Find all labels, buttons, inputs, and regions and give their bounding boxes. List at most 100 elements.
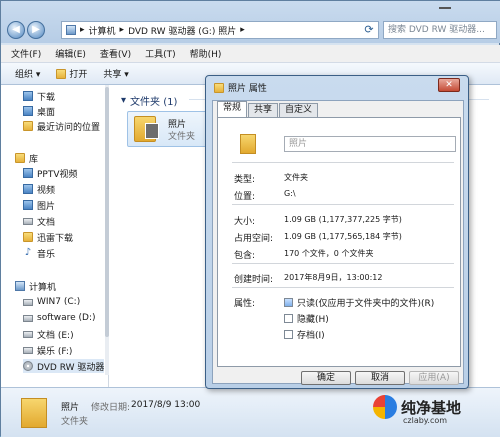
folder-name-field[interactable]: 照片 — [284, 136, 456, 152]
computer-icon — [15, 281, 25, 291]
readonly-checkbox-row[interactable]: 只读(仅应用于文件夹中的文件)(R) — [284, 296, 434, 309]
tab-customize[interactable]: 自定义 — [279, 103, 319, 117]
back-icon[interactable]: ◀ — [7, 21, 25, 39]
photo-folder-icon — [134, 116, 159, 142]
organize-button[interactable]: 组织 ▾ — [15, 67, 40, 80]
attributes-label: 属性: — [234, 299, 256, 309]
nav-item-music[interactable]: ♪ 音乐 — [23, 246, 55, 260]
video-icon — [23, 184, 33, 194]
archive-checkbox-row[interactable]: 存档(I) — [284, 328, 325, 341]
document-icon — [23, 217, 33, 225]
location-value: G:\ — [284, 189, 296, 198]
menu-view[interactable]: 查看(V) — [100, 47, 131, 60]
dialog-titlebar[interactable]: 照片 属性 — [214, 81, 267, 94]
properties-dialog: 照片 属性 ✕ 常规 共享 自定义 照片 类型: 文件夹 位置: G:\ 大小:… — [205, 75, 469, 389]
nav-item-videos[interactable]: 视频 — [23, 182, 55, 196]
nav-item-drive-f[interactable]: 娱乐 (F:) — [23, 343, 72, 357]
watermark-logo: 纯净基地 czlaby.com — [373, 395, 461, 425]
music-icon: ♪ — [24, 247, 32, 258]
nav-item-drive-e[interactable]: 文档 (E:) — [23, 327, 74, 341]
nav-label: 迅雷下载 — [37, 233, 74, 244]
watermark-url: czlaby.com — [403, 416, 448, 425]
hidden-label: 隐藏(H) — [297, 315, 329, 325]
refresh-icon[interactable]: ⟳ — [361, 22, 377, 38]
nav-label: 图片 — [37, 201, 56, 212]
menu-file[interactable]: 文件(F) — [11, 47, 41, 60]
open-label: 打开 — [69, 70, 88, 80]
details-modified-label: 修改日期: — [91, 403, 131, 413]
video-library-icon — [23, 168, 33, 178]
nav-label: 最近访问的位置 — [37, 122, 101, 133]
nav-label: DVD RW 驱动器 — [37, 362, 105, 373]
minimize-glyph[interactable] — [439, 5, 451, 9]
address-row: ◀ ▶ ▸ 计算机 ▸ DVD RW 驱动器 (G:) 照片 ▸ ⟳ 搜索 DV… — [1, 1, 500, 43]
nav-label: 计算机 — [29, 282, 57, 293]
folder-item-photos[interactable]: 照片 文件夹 — [127, 111, 209, 147]
nav-item-downloads[interactable]: 下载 — [23, 89, 55, 103]
apply-button[interactable]: 应用(A) — [409, 371, 459, 385]
folder-icon — [214, 82, 224, 93]
nav-item-dvd[interactable]: DVD RW 驱动器 — [23, 359, 105, 373]
cancel-button[interactable]: 取消 — [355, 371, 405, 385]
share-button[interactable]: 共享 ▾ — [103, 67, 128, 80]
nav-item-pptv[interactable]: PPTV视频 — [23, 166, 78, 180]
nav-label: 库 — [29, 154, 39, 165]
library-icon — [15, 153, 25, 163]
menu-bar: 文件(F) 编辑(E) 查看(V) 工具(T) 帮助(H) — [1, 45, 500, 63]
menu-edit[interactable]: 编辑(E) — [55, 47, 86, 60]
location-label: 位置: — [234, 192, 256, 202]
archive-checkbox[interactable] — [284, 330, 293, 339]
nav-item-drive-d[interactable]: software (D:) — [23, 311, 96, 325]
nav-label: 娱乐 (F:) — [37, 346, 73, 357]
type-label: 类型: — [234, 175, 256, 185]
nav-item-recent[interactable]: 最近访问的位置 — [23, 119, 100, 133]
drive-icon — [23, 346, 33, 354]
nav-item-libraries[interactable]: 库 — [15, 151, 38, 165]
search-input[interactable]: 搜索 DVD RW 驱动器... — [383, 21, 497, 39]
breadcrumb-arrow-icon: ▸ — [119, 25, 125, 35]
photo-thumbnail — [145, 123, 159, 139]
nav-item-desktop[interactable]: 桌面 — [23, 104, 55, 118]
nav-label: WIN7 (C:) — [37, 297, 81, 307]
ok-button[interactable]: 确定 — [301, 371, 351, 385]
archive-label: 存档(I) — [297, 331, 325, 341]
type-value: 文件夹 — [284, 173, 308, 182]
picture-icon — [23, 200, 33, 210]
disk-size-value: 1.09 GB (1,177,565,184 字节) — [284, 232, 402, 241]
dialog-title: 照片 属性 — [228, 84, 267, 94]
disk-size-label: 占用空间: — [234, 234, 274, 244]
nav-label: 视频 — [37, 185, 56, 196]
created-label: 创建时间: — [234, 275, 274, 285]
address-bar[interactable]: ▸ 计算机 ▸ DVD RW 驱动器 (G:) 照片 ▸ — [61, 21, 379, 39]
navigation-pane: 下载 桌面 最近访问的位置 库 PPTV视频 视频 图片 文档 迅雷下载 ♪ 音… — [1, 85, 109, 387]
menu-tools[interactable]: 工具(T) — [145, 47, 176, 60]
divider — [232, 162, 454, 163]
tab-general[interactable]: 常规 — [217, 101, 248, 117]
dialog-body: 常规 共享 自定义 照片 类型: 文件夹 位置: G:\ 大小: 1.09 GB… — [212, 100, 464, 385]
tab-sharing[interactable]: 共享 — [248, 103, 279, 117]
details-modified: 2017/8/9 13:00 — [131, 400, 201, 410]
folder-icon — [240, 134, 256, 154]
folder-icon — [21, 398, 47, 428]
group-header[interactable]: ▾ 文件夹 (1) — [121, 93, 177, 108]
hidden-checkbox[interactable] — [284, 314, 293, 323]
general-panel: 照片 类型: 文件夹 位置: G:\ 大小: 1.09 GB (1,177,37… — [217, 117, 461, 367]
nav-item-drive-c[interactable]: WIN7 (C:) — [23, 295, 80, 309]
forward-icon[interactable]: ▶ — [27, 21, 45, 39]
menu-help[interactable]: 帮助(H) — [190, 47, 222, 60]
nav-item-computer[interactable]: 计算机 — [15, 279, 56, 293]
nav-item-pictures[interactable]: 图片 — [23, 198, 55, 212]
breadcrumb-drive[interactable]: DVD RW 驱动器 (G:) 照片 — [128, 24, 236, 37]
hidden-checkbox-row[interactable]: 隐藏(H) — [284, 312, 329, 325]
nav-label: 下载 — [37, 92, 56, 103]
close-button[interactable]: ✕ — [438, 78, 460, 92]
breadcrumb-computer[interactable]: 计算机 — [89, 24, 116, 37]
desktop-icon — [23, 106, 33, 116]
nav-item-documents[interactable]: 文档 — [23, 214, 55, 228]
nav-label: 音乐 — [37, 249, 56, 260]
breadcrumb-arrow-icon: ▸ — [80, 25, 85, 35]
open-button[interactable]: 打开 — [56, 67, 87, 80]
nav-item-thunder[interactable]: 迅雷下载 — [23, 230, 73, 244]
readonly-checkbox[interactable] — [284, 298, 293, 307]
group-label: 文件夹 (1) — [130, 97, 178, 108]
